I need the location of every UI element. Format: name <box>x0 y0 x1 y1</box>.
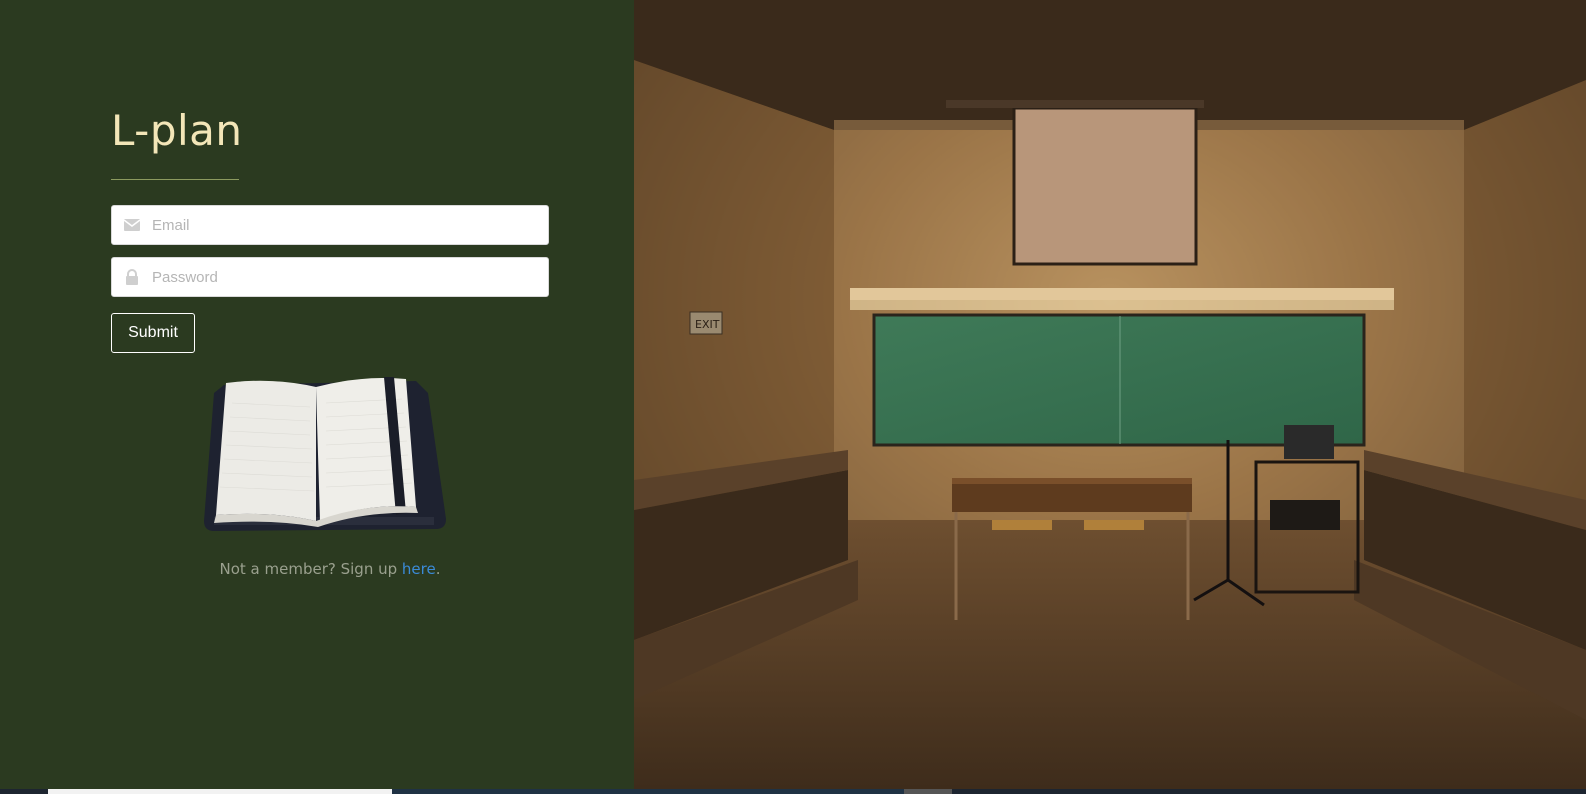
password-field[interactable] <box>111 257 549 297</box>
submit-button[interactable]: Submit <box>111 313 195 353</box>
notebook-illustration <box>204 377 446 531</box>
taskbar-segment <box>904 789 952 794</box>
email-field[interactable] <box>111 205 549 245</box>
email-input[interactable] <box>152 206 542 244</box>
signup-prompt: Not a member? Sign up here. <box>0 560 660 578</box>
signup-text: Not a member? Sign up <box>219 560 402 578</box>
brand-divider <box>111 179 239 180</box>
signup-link[interactable]: here <box>402 560 436 578</box>
password-input[interactable] <box>152 258 542 296</box>
signup-suffix: . <box>435 560 441 578</box>
lock-icon <box>126 269 138 285</box>
taskbar-segment <box>392 789 904 794</box>
taskbar-segment <box>48 789 392 794</box>
login-panel: L-plan Submit <box>0 0 634 789</box>
brand-title: L-plan <box>111 106 243 155</box>
hero-image: EXIT <box>634 0 1586 789</box>
taskbar-strip <box>0 789 1586 794</box>
lecture-hall-image: EXIT <box>634 0 1586 789</box>
envelope-icon <box>124 219 140 231</box>
svg-text:EXIT: EXIT <box>695 318 720 331</box>
